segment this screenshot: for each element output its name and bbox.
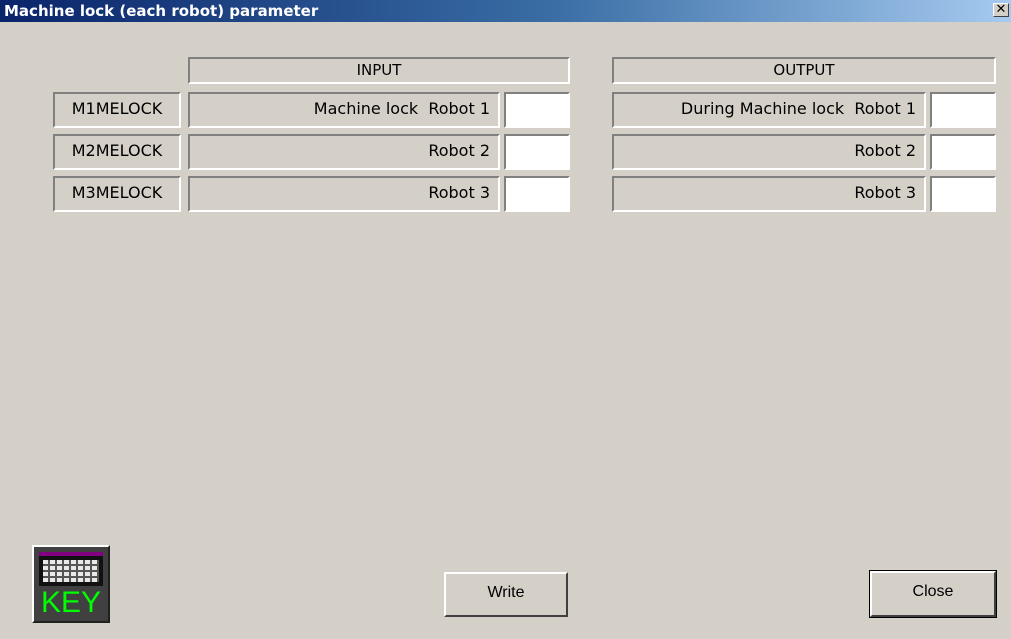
output-label-robot3: Robot 3 [612,176,926,212]
title-bar: Machine lock (each robot) parameter ✕ [0,0,1011,22]
signal-name-robot2: M2MELOCK [53,134,181,170]
output-label-robot2: Robot 2 [612,134,926,170]
output-field-robot1[interactable] [930,92,996,128]
input-label-robot2: Robot 2 [188,134,500,170]
output-header: OUTPUT [612,57,996,84]
keyboard-button[interactable]: KEY [32,545,110,623]
input-field-robot3[interactable] [504,176,570,212]
input-header: INPUT [188,57,570,84]
window-close-icon[interactable]: ✕ [993,3,1009,17]
signal-name-robot3: M3MELOCK [53,176,181,212]
signal-name-robot1: M1MELOCK [53,92,181,128]
input-field-robot1[interactable] [504,92,570,128]
write-button[interactable]: Write [444,572,568,617]
output-field-robot3[interactable] [930,176,996,212]
output-field-robot2[interactable] [930,134,996,170]
window-title: Machine lock (each robot) parameter [4,2,319,20]
close-button[interactable]: Close [869,570,997,618]
input-label-robot3: Robot 3 [188,176,500,212]
keyboard-icon [39,552,103,586]
input-field-robot2[interactable] [504,134,570,170]
keyboard-button-label: KEY [40,586,102,619]
output-label-robot1: During Machine lock Robot 1 [612,92,926,128]
input-label-robot1: Machine lock Robot 1 [188,92,500,128]
